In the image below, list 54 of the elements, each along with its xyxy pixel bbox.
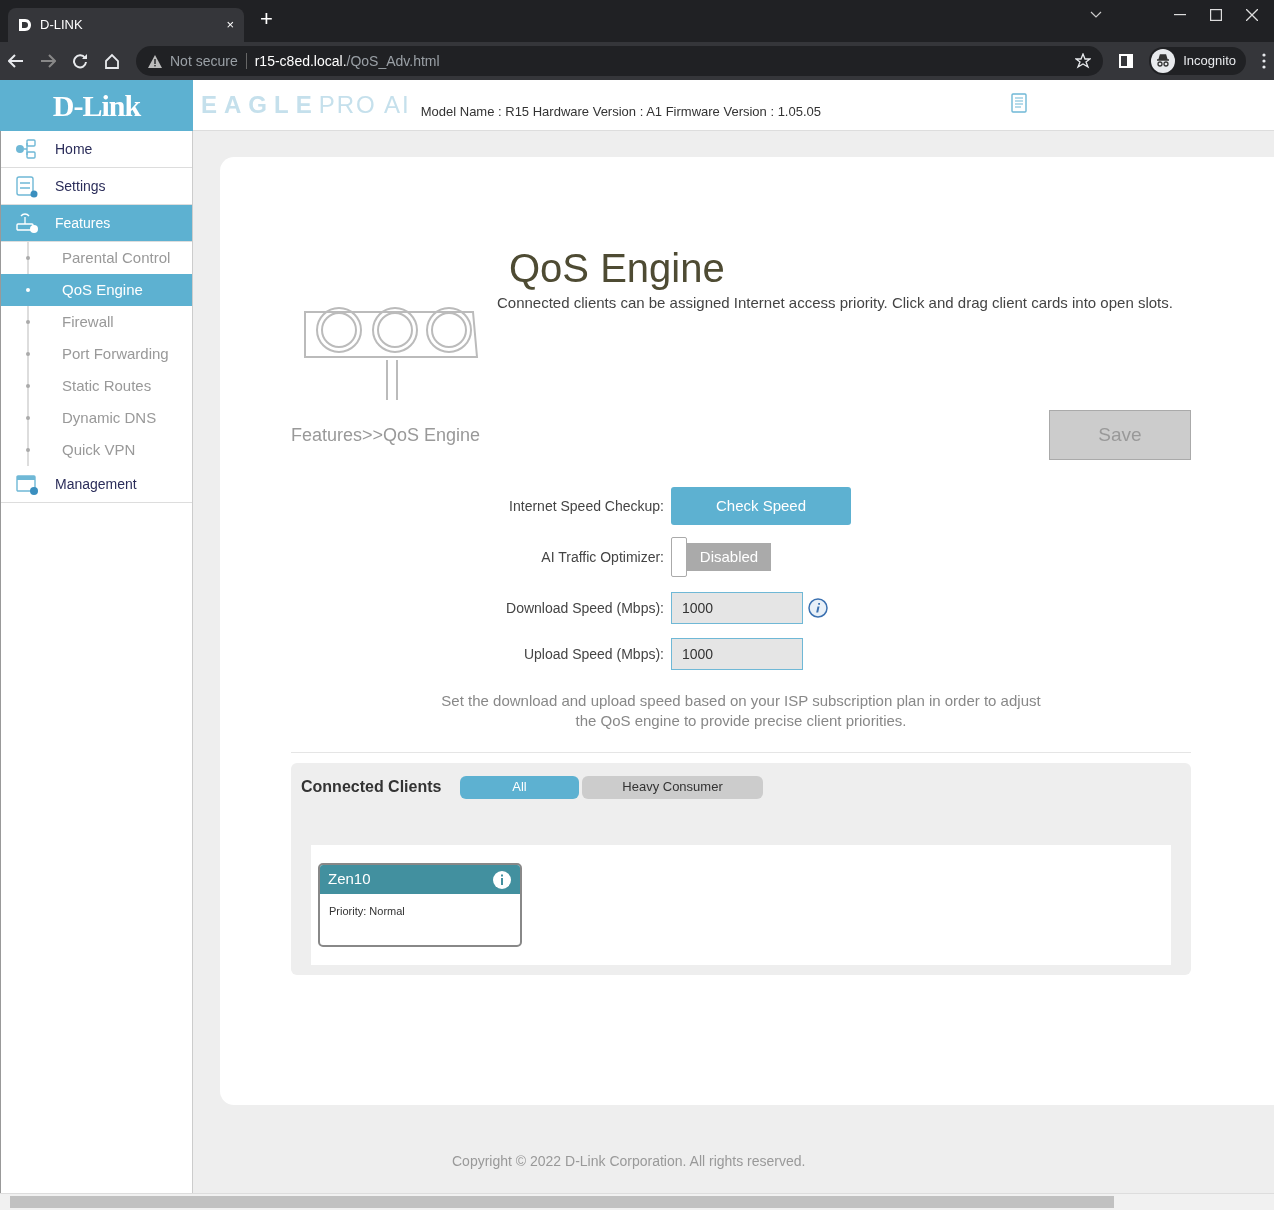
section-title: Connected Clients <box>301 777 443 797</box>
side-panel-icon[interactable] <box>1119 54 1134 68</box>
speed-input[interactable]: 1000 <box>671 592 803 624</box>
home-icon[interactable] <box>104 53 120 69</box>
hint-text: Set the download and upload speed based on your ISP subscription plan in order to adjust the QoS engine to provide precise client priorities. <box>441 691 1041 731</box>
field-label: AI Traffic Optimizer: <box>540 547 665 567</box>
info-icon[interactable] <box>492 869 512 890</box>
calendar-icon <box>15 472 39 496</box>
client-priority: Priority: Normal <box>328 904 406 919</box>
client-card[interactable]: Zen10 Priority: Normal <box>318 863 522 947</box>
chevron-down-icon[interactable] <box>1090 11 1102 19</box>
back-arrow-icon[interactable] <box>8 54 24 68</box>
maximize-icon[interactable] <box>1210 9 1222 21</box>
horizontal-scrollbar[interactable] <box>0 1193 1274 1210</box>
network-icon <box>15 137 39 161</box>
filter-tab[interactable]: Heavy Consumer <box>582 775 763 799</box>
field-label: Download Speed (Mbps): <box>505 598 665 618</box>
reload-icon[interactable] <box>72 53 88 69</box>
page-description: Connected clients can be assigned Internet access priority. Click and drag client cards into open slots. <box>497 293 1173 313</box>
d-link-logo: D-Link <box>0 80 193 131</box>
router-icon <box>15 211 39 235</box>
brand-eagle-text: EAGLE <box>201 90 319 120</box>
site-logo-icon <box>18 18 32 32</box>
minimize-icon[interactable] <box>1174 14 1186 16</box>
page-title: QoS Engine <box>509 245 726 292</box>
new-tab-button[interactable]: + <box>260 8 273 30</box>
address-bar[interactable]: Not secure r15-c8ed.local./QoS_Adv.html <box>136 46 1104 76</box>
browser-tab[interactable]: D-LINK × <box>8 8 244 42</box>
close-icon[interactable] <box>1246 9 1258 21</box>
sidebar-item-label: Features <box>55 213 111 233</box>
info-icon[interactable] <box>808 598 828 618</box>
forward-arrow-icon[interactable] <box>40 54 56 68</box>
breadcrumb-text: Features>>QoS Engine <box>291 423 481 447</box>
copyright-text: Copyright © 2022 D-Link Corporation. All rights reserved. <box>451 1152 807 1171</box>
incognito-icon <box>1151 49 1176 73</box>
profile-button[interactable]: Incognito <box>1149 47 1246 75</box>
sidebar-item-label: Settings <box>55 176 106 196</box>
star-icon[interactable] <box>1075 53 1092 69</box>
field-label: Internet Speed Checkup: <box>508 496 665 516</box>
tab-title: D-LINK <box>40 16 84 35</box>
security-label: Not secure <box>170 51 238 71</box>
speed-input[interactable]: 1000 <box>671 638 803 670</box>
brand-pro-ai-text: PRO AI <box>318 90 411 120</box>
sidebar-item[interactable]: Home <box>1 131 192 168</box>
tab-close-button[interactable]: × <box>226 15 234 35</box>
sidebar-item-label: Management <box>55 474 137 494</box>
sidebar-item[interactable]: Management <box>1 466 192 503</box>
device-info-text: Model Name : R15 Hardware Version : A1 Firmware Version : 1.05.05 <box>420 103 821 122</box>
sidebar-item-label: Home <box>55 139 93 159</box>
field-label: Upload Speed (Mbps): <box>522 644 665 664</box>
more-menu-icon[interactable] <box>1262 53 1266 69</box>
warning-icon <box>148 54 162 68</box>
url-text: r15-c8ed.local./QoS_Adv.html <box>254 51 440 71</box>
client-name: Zen10 <box>328 869 371 890</box>
